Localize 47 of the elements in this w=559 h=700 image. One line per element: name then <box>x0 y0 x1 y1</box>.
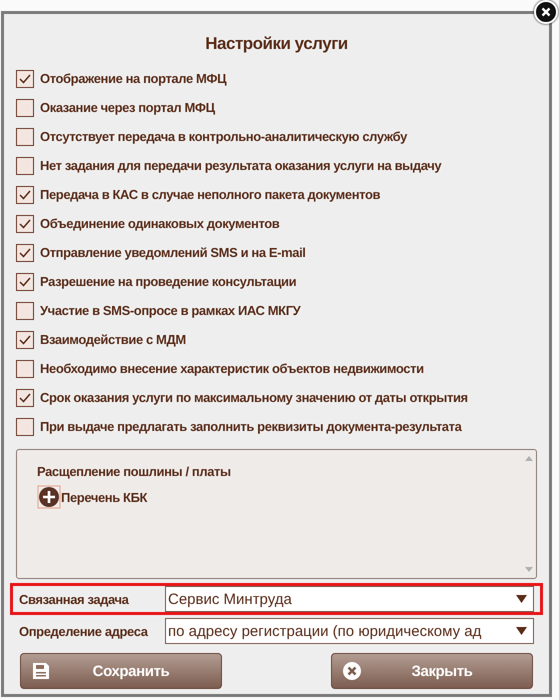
dialog-title: Настройки услуги <box>204 34 349 54</box>
checkbox-label: Срок оказания услуги по максимальному значению от даты открытия <box>40 390 468 405</box>
checkmark-icon <box>19 334 31 344</box>
checkbox-label: При выдаче предлагать заполнить реквизиты документа-результата <box>40 419 462 434</box>
checkbox-label: Оказание через портал МФЦ <box>40 100 215 115</box>
checkbox-label: Разрешение на проведение консультации <box>40 274 296 289</box>
close-icon <box>342 661 362 681</box>
add-icon[interactable] <box>37 485 61 509</box>
dropdown-arrow-icon <box>516 627 527 635</box>
checkbox[interactable] <box>16 302 34 320</box>
checkbox[interactable] <box>16 186 34 204</box>
field-label: Связанная задача <box>19 592 130 606</box>
checkbox-label: Участие в SMS-опросе в рамках ИАС МКГУ <box>40 303 300 318</box>
checkmark-icon <box>19 248 31 258</box>
checkmark-icon <box>19 218 31 228</box>
checkbox[interactable] <box>16 128 34 146</box>
dropdown-arrow-icon <box>516 595 527 603</box>
checkbox[interactable] <box>16 214 34 232</box>
checkbox-label: Необходимо внесение характеристик объектов недвижимости <box>40 361 424 376</box>
checkmark-icon <box>19 392 31 402</box>
checkmark-icon <box>19 190 31 200</box>
checkbox-label: Нет задания для передачи результата оказания услуги на выдачу <box>40 158 442 173</box>
close-icon[interactable] <box>534 0 558 24</box>
checkbox-label: Отображение на портале МФЦ <box>40 71 226 86</box>
save-button[interactable]: Сохранить <box>20 653 222 689</box>
checkbox[interactable] <box>16 244 34 262</box>
close-button[interactable]: Закрыть <box>331 653 533 689</box>
checkbox-label: Взаимодействие с МДМ <box>40 332 186 347</box>
checkbox[interactable] <box>16 418 34 436</box>
checkbox[interactable] <box>16 98 34 116</box>
kbk-list-link[interactable]: Перечень КБК <box>61 490 148 504</box>
dropdown-field[interactable]: по адресу регистрации (по юридическому ад <box>165 618 534 644</box>
checkbox[interactable] <box>16 360 34 378</box>
checkbox-label: Передача в КАС в случае неполного пакета документов <box>40 187 380 202</box>
checkmark-icon <box>19 276 31 286</box>
checkbox[interactable] <box>16 388 34 406</box>
checkbox-label: Отправление уведомлений SMS и на E-mail <box>40 245 306 260</box>
checkbox[interactable] <box>16 330 34 348</box>
checkbox[interactable] <box>16 156 34 174</box>
checkbox-label: Отсутствует передача в контрольно-аналитическую службу <box>40 129 407 144</box>
panel-heading: Расщепление пошлины / платы <box>37 464 232 479</box>
checkbox[interactable] <box>16 70 34 88</box>
checkmark-icon <box>19 74 31 84</box>
field-label: Определение адреса <box>19 624 149 638</box>
checkbox[interactable] <box>16 272 34 290</box>
checkbox-label: Объединение одинаковых документов <box>40 216 280 231</box>
dropdown-field[interactable]: Сервис Минтруда <box>165 586 534 612</box>
